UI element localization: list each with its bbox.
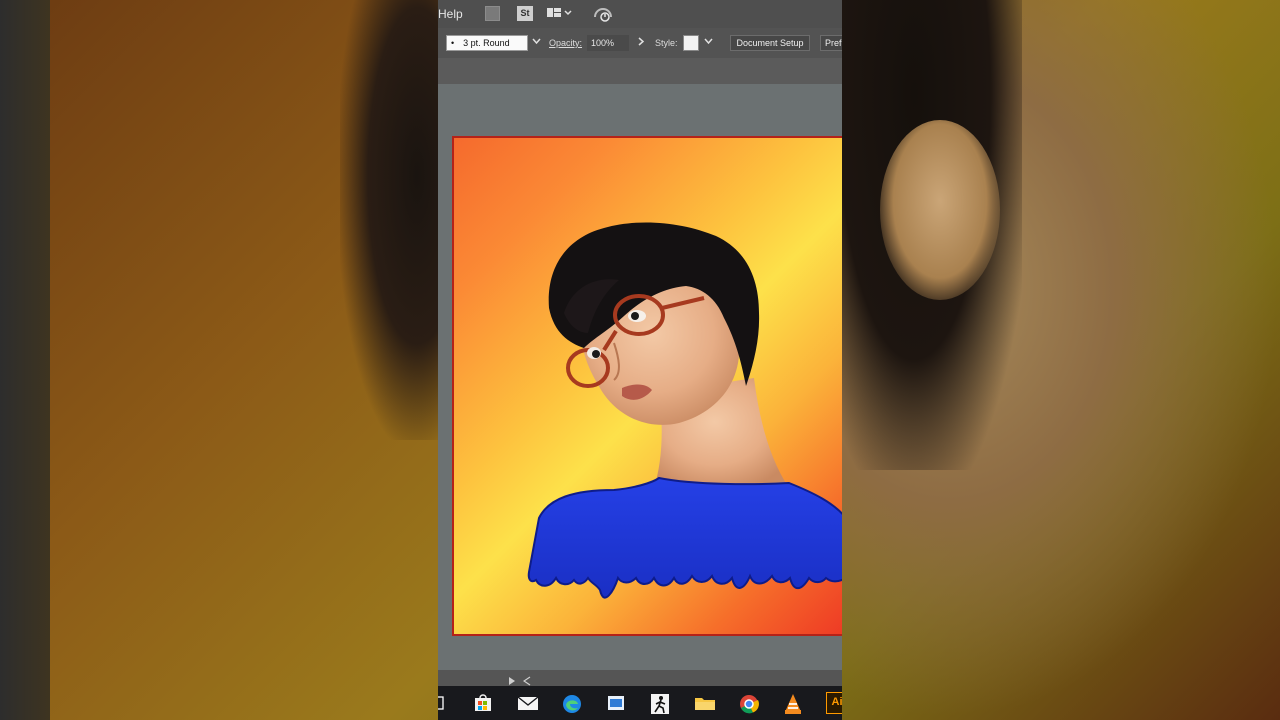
chrome-icon[interactable] — [738, 693, 759, 714]
menu-help[interactable]: Help — [438, 7, 463, 21]
stock-icon[interactable]: St — [517, 6, 533, 21]
task-view-icon[interactable] — [438, 693, 458, 713]
file-explorer-icon[interactable] — [694, 693, 715, 713]
document-tab-strip — [438, 58, 842, 84]
canvas-area[interactable] — [438, 84, 842, 670]
chevron-down-icon[interactable] — [704, 37, 713, 47]
vlc-icon[interactable] — [783, 693, 803, 714]
illustrator-window: Help St • 3 pt. Round Opacity: 100% Style… — [438, 0, 842, 720]
horizontal-scrollbar[interactable] — [438, 670, 842, 686]
chevron-right-icon[interactable] — [638, 37, 645, 48]
stroke-value: 3 pt. Round — [463, 38, 510, 48]
explorer-window-icon[interactable] — [606, 693, 626, 713]
stroke-profile-dropdown[interactable]: • 3 pt. Round — [446, 35, 528, 51]
edge-icon[interactable] — [561, 693, 581, 713]
style-label: Style: — [655, 38, 678, 48]
control-bar: • 3 pt. Round Opacity: 100% Style: Docume… — [438, 28, 842, 59]
workspace-layout-icon[interactable] — [547, 7, 573, 23]
opacity-label[interactable]: Opacity: — [549, 38, 582, 48]
menu-bar: Help St — [438, 0, 842, 28]
windows-taskbar: Ai — [438, 686, 842, 720]
illustrator-icon[interactable]: Ai — [826, 692, 842, 714]
shirt — [527, 476, 842, 599]
background-ear-right — [880, 120, 1000, 300]
store-icon[interactable] — [473, 693, 493, 713]
gpu-performance-icon[interactable] — [593, 5, 613, 26]
document-setup-button[interactable]: Document Setup — [730, 35, 810, 51]
bridge-icon[interactable] — [485, 6, 500, 21]
graphic-style-swatch[interactable] — [683, 35, 699, 51]
preferences-button[interactable]: Pref — [820, 35, 842, 51]
portrait-illustration — [527, 222, 842, 599]
bullet-icon: • — [451, 38, 455, 48]
media-app-icon[interactable] — [650, 693, 670, 714]
background-hair-left — [340, 0, 450, 440]
artboard[interactable] — [452, 136, 842, 636]
mail-icon[interactable] — [517, 693, 539, 713]
chevron-down-icon[interactable] — [532, 37, 541, 47]
background-dark-edge — [0, 0, 50, 720]
opacity-input[interactable]: 100% — [587, 35, 629, 51]
